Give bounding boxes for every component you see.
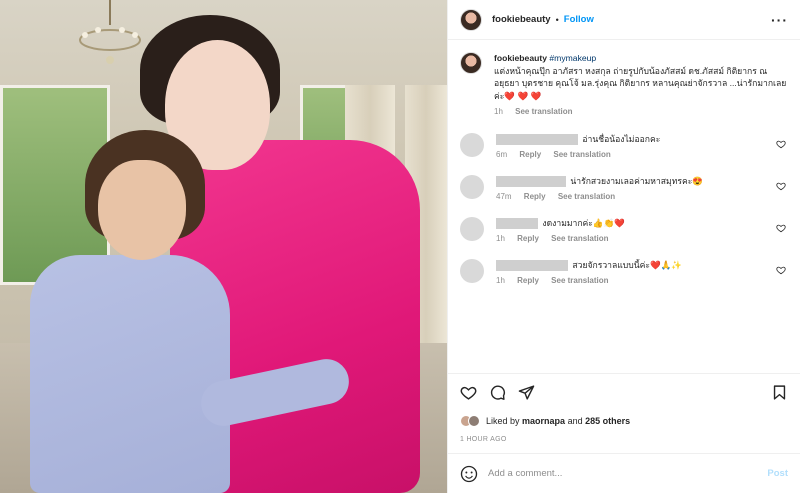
post-sidebar: fookiebeauty • Follow ··· fookiebeauty #… [447,0,800,493]
likes-prefix: Liked by [486,416,520,426]
reply-button[interactable]: Reply [517,234,539,243]
separator-dot: • [555,14,559,25]
caption-hashtag[interactable]: #mymakeup [549,53,596,63]
see-translation-link[interactable]: See translation [558,192,615,201]
avatar[interactable] [460,52,482,74]
more-horizontal-icon[interactable]: ··· [771,12,788,28]
comment-input[interactable] [488,468,768,479]
share-icon[interactable] [518,384,535,401]
reply-button[interactable]: Reply [519,150,541,159]
likes-count-link[interactable]: 285 others [585,416,630,426]
redacted-username [496,133,578,145]
likes-row: Liked by maornapa and 285 others [448,411,800,431]
boy-hoodie [30,255,230,493]
post-caption: fookiebeauty #mymakeup แต่งหน้าคุณปุ๊ก อ… [460,52,788,119]
likes-user-link[interactable]: maornapa [522,416,565,426]
caption-username[interactable]: fookiebeauty [494,53,547,63]
header-username[interactable]: fookiebeauty [492,14,551,25]
avatar[interactable] [460,132,484,157]
post-actions [448,373,800,411]
comments-list[interactable]: fookiebeauty #mymakeup แต่งหน้าคุณปุ๊ก อ… [448,40,800,373]
post-timestamp[interactable]: 1 HOUR AGO [448,431,800,447]
redacted-username [496,218,538,230]
caption-time[interactable]: 1h [494,107,503,116]
heart-icon[interactable] [776,181,786,191]
reply-button[interactable]: Reply [517,276,539,285]
redacted-username [496,175,566,187]
see-translation-link[interactable]: See translation [553,150,610,159]
follow-button[interactable]: Follow [564,14,594,25]
comment-time[interactable]: 1h [496,276,505,285]
add-comment-bar: Post [448,453,800,493]
comment-time[interactable]: 1h [496,234,505,243]
redacted-username [496,260,568,272]
comment-item: น่ารักสวยงามเลอค่ามหาสมุทรคะ😍 47m Reply … [460,174,788,203]
caption-text: แต่งหน้าคุณปุ๊ก อาภัสรา หงสกุล ถ่ายรูปกั… [494,65,787,101]
see-translation-link[interactable]: See translation [515,107,572,116]
likes-middle: and [567,416,583,426]
heart-icon[interactable] [776,223,786,233]
avatar[interactable] [460,8,482,31]
comment-text: น่ารักสวยงามเลอค่ามหาสมุทรคะ😍 [570,175,704,186]
post-header: fookiebeauty • Follow ··· [448,0,800,40]
comment-item: งดงามมากค่ะ👍👏❤️ 1h Reply See translation [460,216,788,245]
see-translation-link[interactable]: See translation [551,234,608,243]
chandelier-icon [79,0,141,64]
post-photo[interactable] [0,0,447,493]
comment-icon[interactable] [489,384,506,401]
heart-icon[interactable] [776,265,786,275]
post-button[interactable]: Post [767,468,788,479]
see-translation-link[interactable]: See translation [551,276,608,285]
comment-item: อ่านชื่อน้องไม่ออกคะ 6m Reply See transl… [460,132,788,161]
avatar [468,415,480,427]
comment-text: งดงามมากค่ะ👍👏❤️ [542,217,626,228]
comment-time[interactable]: 6m [496,150,507,159]
reply-button[interactable]: Reply [524,192,546,201]
heart-icon[interactable] [460,384,477,401]
comment-text: สวยจักรวาลแบบนี้ค่ะ❤️🙏✨ [572,260,683,271]
avatar[interactable] [460,174,484,199]
emoji-icon[interactable] [460,465,478,483]
bookmark-icon[interactable] [771,384,788,401]
comment-item: สวยจักรวาลแบบนี้ค่ะ❤️🙏✨ 1h Reply See tra… [460,259,788,287]
comment-text: อ่านชื่อน้องไม่ออกคะ [582,133,661,144]
avatar[interactable] [460,216,484,241]
avatar[interactable] [460,259,484,284]
heart-icon[interactable] [776,139,786,149]
comment-time[interactable]: 47m [496,192,512,201]
boy-face [98,160,186,260]
